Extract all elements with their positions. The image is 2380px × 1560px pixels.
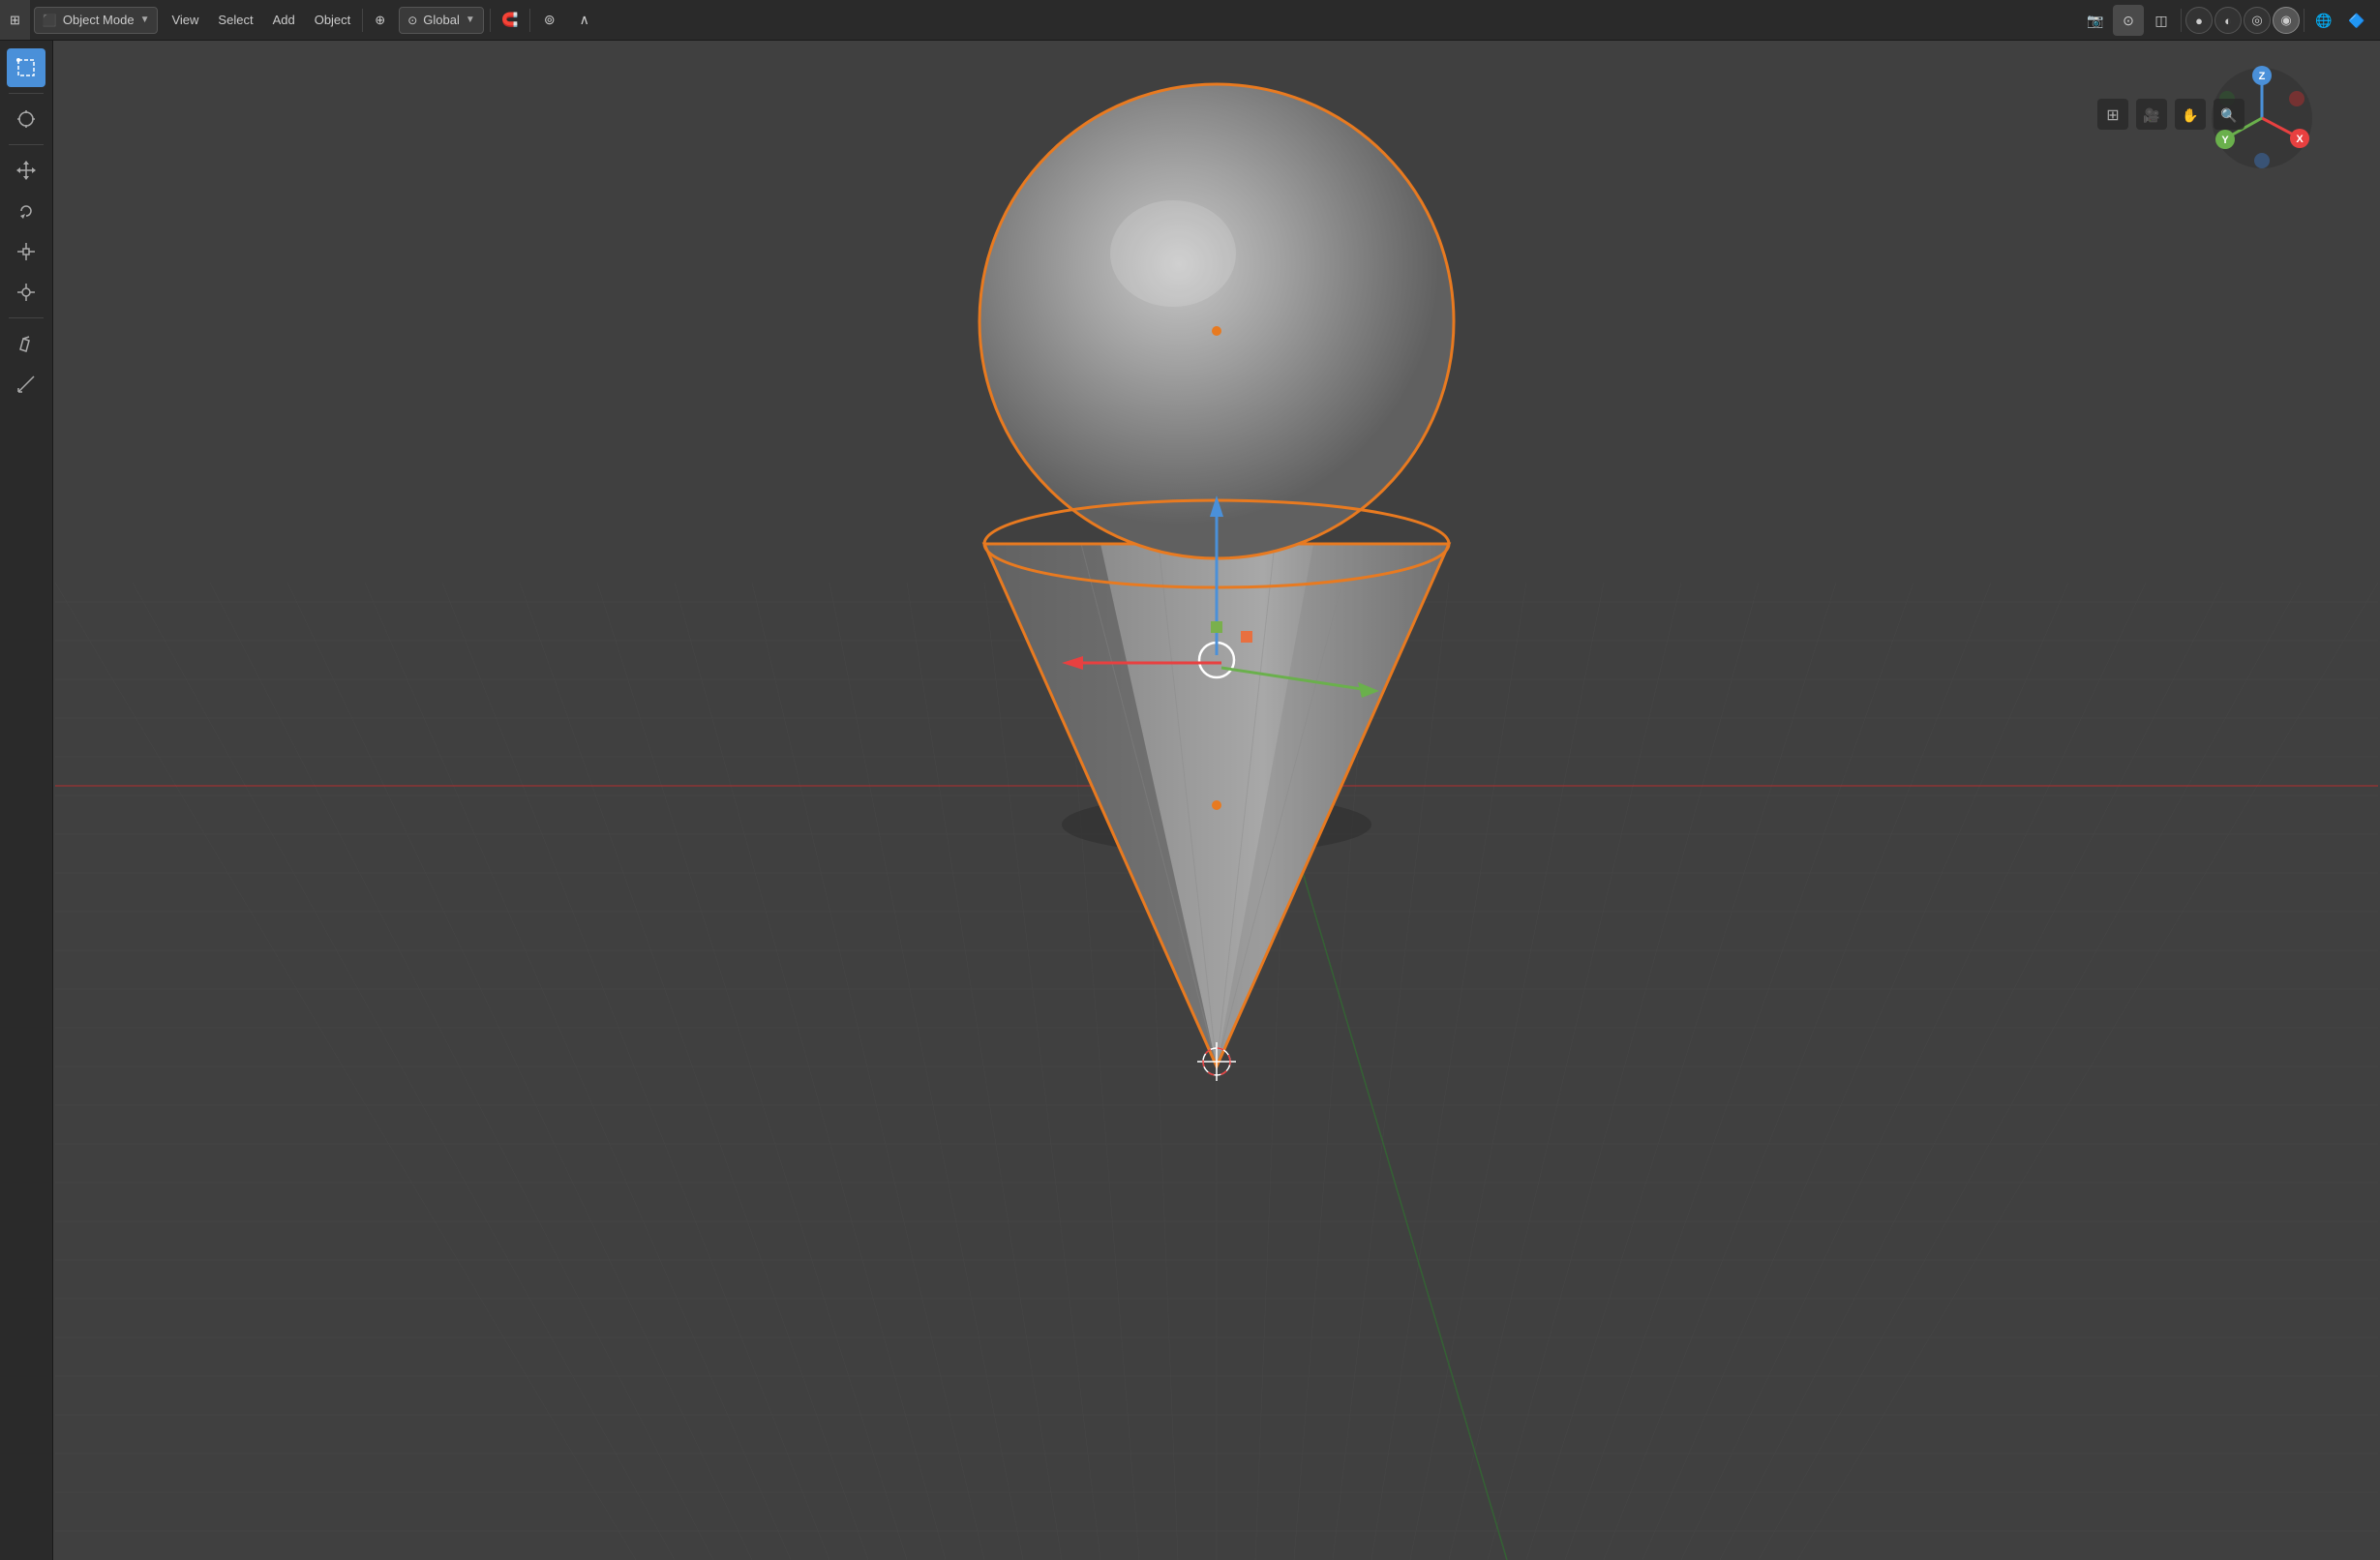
annotate-tool[interactable] <box>7 324 45 363</box>
shading-separator <box>2181 9 2182 32</box>
overlay-icon: ⊙ <box>2123 13 2134 29</box>
eevee-shading-icon: ◉ <box>2280 13 2291 28</box>
header-separator-3 <box>529 9 530 32</box>
svg-text:Z: Z <box>2259 71 2266 82</box>
overlay-dropdown-button[interactable]: 📷 <box>2080 5 2111 36</box>
transform-pivot-icon: ⊕ <box>375 13 385 28</box>
proportional-edit-toggle[interactable]: ⊚ <box>532 0 567 40</box>
cursor-tool[interactable] <box>7 100 45 138</box>
mode-dropdown-arrow: ▼ <box>140 15 150 25</box>
transform-icon <box>15 282 37 303</box>
annotate-icon <box>15 333 37 354</box>
header-right-controls: 📷 ⊙ ◫ ● ◐ ◎ ◉ 🌐 🔷 <box>2080 0 2372 41</box>
toolbar-separator-1 <box>9 93 44 94</box>
material-shading-icon: ◐ <box>2224 14 2232 28</box>
transform-xz-handle[interactable] <box>1241 631 1252 643</box>
editor-type-button[interactable]: ⊞ <box>0 0 30 40</box>
viewport-overlays-button[interactable]: ⊙ <box>2113 5 2144 36</box>
scale-tool[interactable] <box>7 232 45 271</box>
mode-icon: ⬛ <box>43 14 57 27</box>
scene-svg: Z X Y ⊞ 🎥 ✋ 🔍 <box>53 41 2380 1560</box>
object-menu[interactable]: Object <box>305 0 361 40</box>
right-separator <box>2304 9 2305 32</box>
view-menu[interactable]: View <box>162 0 208 40</box>
svg-text:✋: ✋ <box>2182 107 2198 123</box>
xray-toggle[interactable]: ◫ <box>2146 5 2177 36</box>
mode-label: Object Mode <box>63 13 135 27</box>
scene-properties-button[interactable]: 🌐 <box>2308 5 2339 36</box>
sphere-highlight <box>1110 200 1236 307</box>
cone-origin-dot <box>1212 800 1221 810</box>
rendered-shading-button[interactable]: ◎ <box>2244 7 2271 34</box>
viewport-3d[interactable]: User Perspective (1) Collection | Cone <box>53 41 2380 1560</box>
svg-text:🎥: 🎥 <box>2143 107 2159 124</box>
material-shading-button[interactable]: ◐ <box>2214 7 2242 34</box>
proportional-falloff-icon: ∧ <box>580 12 589 28</box>
solid-shading-button[interactable]: ● <box>2185 7 2213 34</box>
move-icon <box>15 160 37 181</box>
render-icon: 🔷 <box>2348 13 2365 29</box>
svg-text:⊞: ⊞ <box>2106 107 2119 124</box>
measure-icon <box>15 374 37 395</box>
snap-toggle[interactable]: 🧲 <box>493 0 527 40</box>
left-toolbar <box>0 41 53 1560</box>
eevee-shading-button[interactable]: ◉ <box>2273 7 2300 34</box>
mode-dropdown[interactable]: ⬛ Object Mode ▼ <box>34 7 159 34</box>
render-properties-button[interactable]: 🔷 <box>2341 5 2372 36</box>
proportional-edit-icon: ⊚ <box>544 12 556 28</box>
header-separator-1 <box>362 9 363 32</box>
sphere-object[interactable] <box>979 84 1454 558</box>
scene-icon: 🌐 <box>2315 13 2332 29</box>
transform-pivot-button[interactable]: ⊕ <box>365 0 395 40</box>
camera-icon: 📷 <box>2087 13 2103 29</box>
proportional-falloff-button[interactable]: ∧ <box>567 0 602 40</box>
rendered-shading-icon: ◎ <box>2251 13 2262 28</box>
transform-orientation-dropdown[interactable]: ⊙ Global ▼ <box>399 7 484 34</box>
header-separator-2 <box>490 9 491 32</box>
svg-text:🔍: 🔍 <box>2220 106 2237 124</box>
toolbar-separator-2 <box>9 144 44 145</box>
rotate-icon <box>15 200 37 222</box>
xray-icon: ◫ <box>2154 13 2167 29</box>
editor-type-icon: ⊞ <box>10 13 20 28</box>
cursor-icon <box>15 108 37 130</box>
select-box-tool[interactable] <box>7 48 45 87</box>
transform-orientation-icon: ⊙ <box>407 14 417 27</box>
solid-shading-icon: ● <box>2195 14 2203 28</box>
transform-orientation-label: Global <box>423 13 460 27</box>
add-menu[interactable]: Add <box>263 0 305 40</box>
rotate-tool[interactable] <box>7 192 45 230</box>
toolbar-separator-3 <box>9 317 44 318</box>
svg-text:X: X <box>2296 134 2304 145</box>
sphere-mesh <box>979 84 1454 558</box>
sphere-origin-dot <box>1212 326 1221 336</box>
svg-text:Y: Y <box>2221 135 2229 146</box>
select-menu[interactable]: Select <box>208 0 262 40</box>
scale-icon <box>15 241 37 262</box>
header-bar: ⊞ ⬛ Object Mode ▼ View Select Add Object… <box>0 0 2380 41</box>
transform-yz-handle[interactable] <box>1211 621 1222 633</box>
move-tool[interactable] <box>7 151 45 190</box>
select-box-icon <box>15 57 37 78</box>
snap-icon: 🧲 <box>501 12 518 28</box>
transform-tool[interactable] <box>7 273 45 312</box>
measure-tool[interactable] <box>7 365 45 404</box>
orientation-dropdown-arrow: ▼ <box>466 15 475 25</box>
